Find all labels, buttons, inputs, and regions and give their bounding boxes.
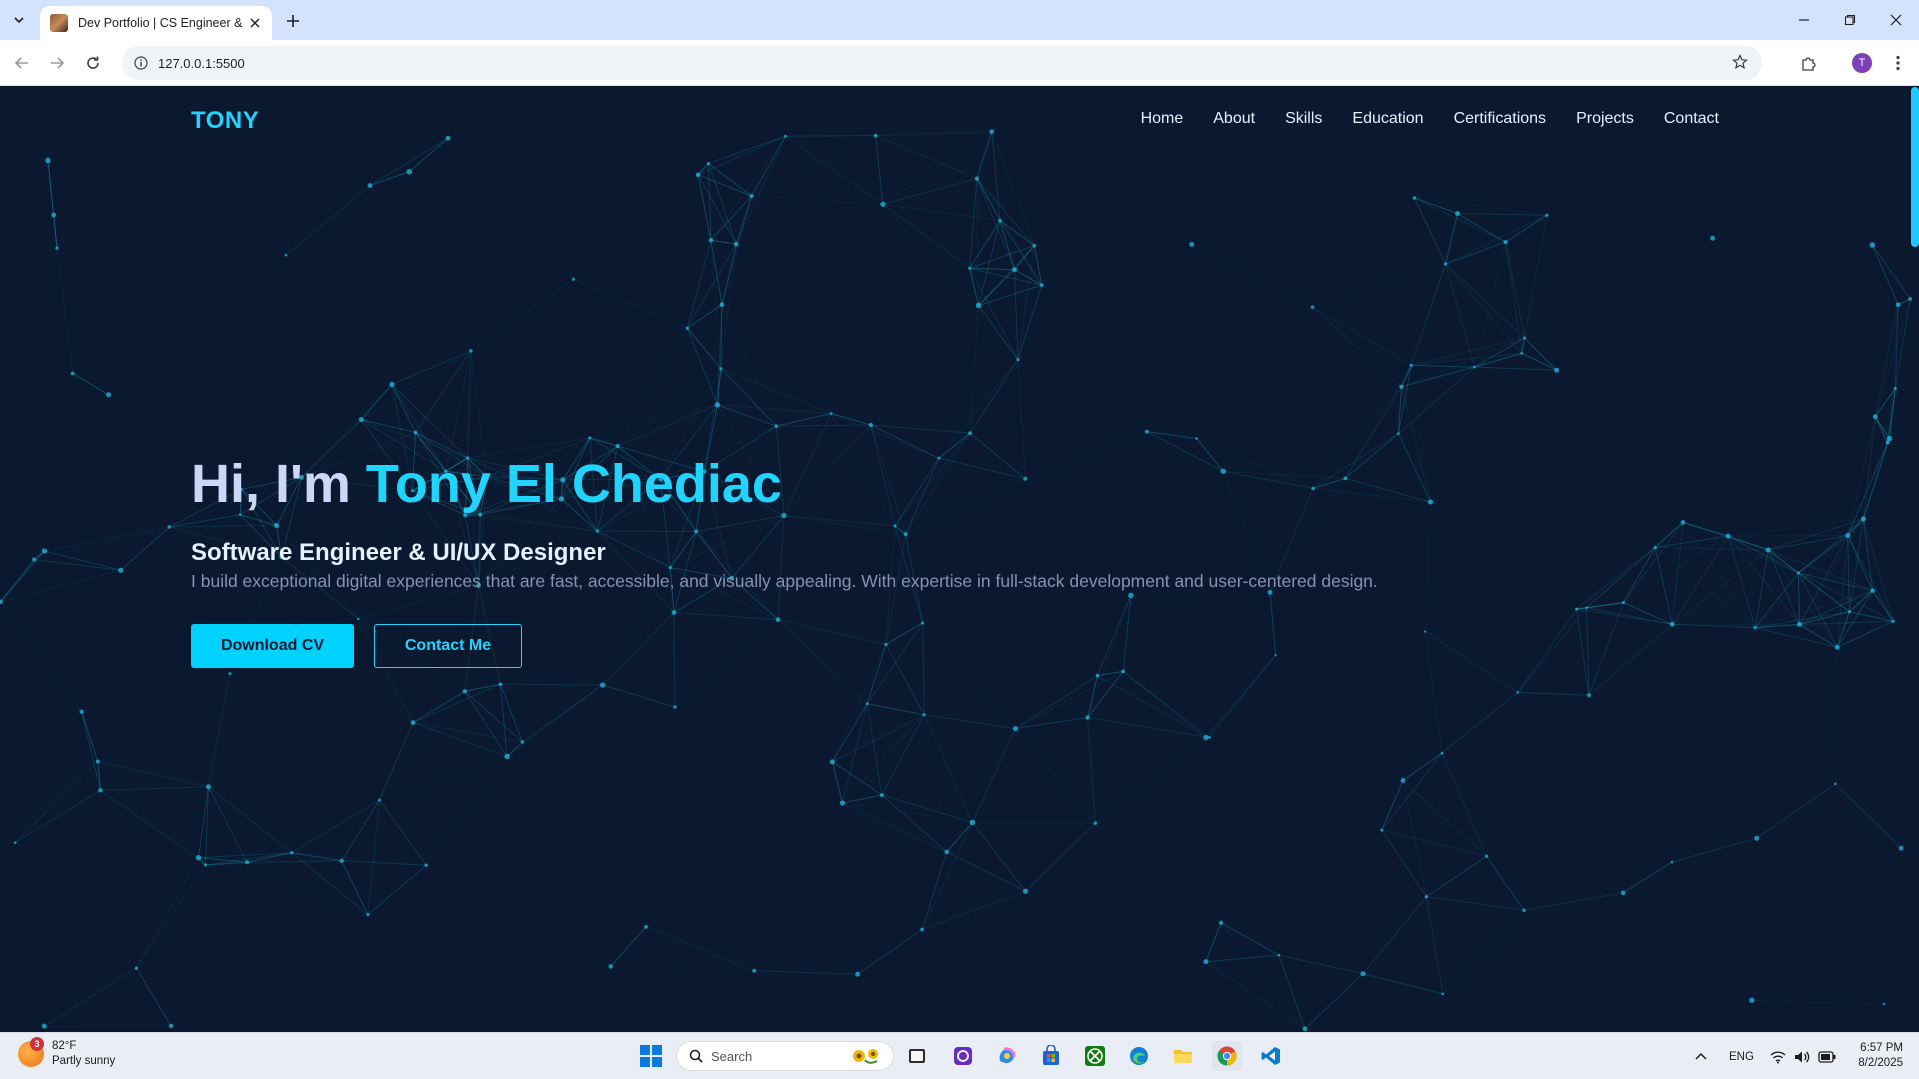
- back-button[interactable]: [8, 49, 36, 77]
- weather-widget[interactable]: 3 82°F Partly sunny: [18, 1037, 116, 1069]
- taskbar-app-copilot[interactable]: [992, 1041, 1022, 1071]
- taskbar-app-edge[interactable]: [1124, 1041, 1154, 1071]
- minimize-icon: [1799, 19, 1809, 21]
- search-icon: [689, 1049, 703, 1063]
- restore-button[interactable]: [1827, 0, 1873, 40]
- folder-icon: [1174, 1050, 1192, 1063]
- nav-skills[interactable]: Skills: [1285, 110, 1322, 128]
- page-scrollbar[interactable]: [1911, 87, 1919, 247]
- close-icon: [250, 18, 260, 28]
- reload-button[interactable]: [79, 49, 107, 77]
- profile-button[interactable]: T: [1848, 49, 1876, 77]
- star-icon: [1732, 54, 1748, 70]
- task-view-button[interactable]: [902, 1041, 932, 1071]
- taskbar-search[interactable]: Search: [676, 1041, 894, 1071]
- taskbar-app-chrome[interactable]: [1212, 1041, 1242, 1071]
- nav-certifications[interactable]: Certifications: [1454, 110, 1546, 128]
- store-icon: [1043, 1045, 1059, 1065]
- wifi-icon[interactable]: [1770, 1050, 1786, 1064]
- volume-icon[interactable]: [1794, 1050, 1810, 1064]
- taskbar-clock[interactable]: 6:57 PM 8/2/2025: [1858, 1041, 1903, 1071]
- chevron-down-icon: [14, 17, 24, 24]
- nav-home[interactable]: Home: [1141, 110, 1184, 128]
- windows-taskbar: 3 82°F Partly sunny Search ENG 6:57 PM 8…: [0, 1032, 1919, 1079]
- browser-toolbar: 127.0.0.1:5500 T: [0, 40, 1919, 86]
- hero-greeting: Hi, I'm: [191, 454, 366, 514]
- vscode-icon: [1261, 1047, 1280, 1065]
- taskbar-app-file-explorer[interactable]: [948, 1041, 978, 1071]
- sunflower-icon: [853, 1049, 878, 1064]
- download-cv-button[interactable]: Download CV: [191, 624, 354, 668]
- more-vertical-icon: [1896, 55, 1900, 71]
- copilot-icon: [999, 1047, 1016, 1064]
- restore-icon: [1844, 14, 1856, 26]
- edge-icon: [1130, 1047, 1148, 1065]
- language-indicator[interactable]: ENG: [1729, 1051, 1754, 1063]
- arrow-left-icon: [14, 57, 28, 69]
- forward-button[interactable]: [43, 49, 71, 77]
- arrow-right-icon: [51, 57, 65, 69]
- windows-logo-icon: [640, 1045, 662, 1067]
- nav-contact[interactable]: Contact: [1664, 110, 1719, 128]
- xbox-icon: [1085, 1046, 1105, 1066]
- tab-search-button[interactable]: [6, 8, 32, 32]
- notification-badge: 3: [30, 1037, 44, 1051]
- chrome-icon: [1217, 1046, 1237, 1066]
- browser-tab-bar: Dev Portfolio | CS Engineer & U: [0, 0, 1919, 40]
- taskbar-app-vscode[interactable]: [1256, 1041, 1286, 1071]
- plus-icon: [287, 15, 299, 27]
- reload-icon: [87, 56, 99, 69]
- new-tab-button[interactable]: [280, 8, 306, 34]
- taskbar-app-xbox[interactable]: [1080, 1041, 1110, 1071]
- tab-title: Dev Portfolio | CS Engineer & U: [78, 16, 246, 30]
- close-window-button[interactable]: [1873, 0, 1919, 40]
- task-view-icon: [909, 1049, 925, 1063]
- hero-subtitle: Software Engineer & UI/UX Designer: [191, 539, 606, 566]
- chevron-up-icon[interactable]: [1694, 1050, 1708, 1064]
- start-button[interactable]: [636, 1041, 666, 1071]
- favicon-icon: [50, 14, 68, 32]
- system-tray: ENG: [1694, 1033, 1836, 1079]
- nav-about[interactable]: About: [1213, 110, 1255, 128]
- weather-temperature: 82°F: [52, 1040, 77, 1052]
- tab-close-button[interactable]: [246, 14, 264, 32]
- browser-tab-active[interactable]: Dev Portfolio | CS Engineer & U: [40, 6, 272, 40]
- minimize-button[interactable]: [1781, 0, 1827, 40]
- close-icon: [1890, 14, 1902, 26]
- extensions-button[interactable]: [1795, 49, 1823, 77]
- main-navigation: Home About Skills Education Certificatio…: [1111, 110, 1719, 128]
- file-explorer-icon: [954, 1047, 972, 1065]
- contact-me-button[interactable]: Contact Me: [374, 624, 522, 668]
- weather-condition: Partly sunny: [52, 1055, 116, 1067]
- browser-menu-button[interactable]: [1884, 49, 1912, 77]
- taskbar-app-store[interactable]: [1036, 1041, 1066, 1071]
- weather-sun-icon: 3: [18, 1037, 44, 1067]
- portfolio-page: TONY Home About Skills Education Certifi…: [0, 87, 1919, 1032]
- taskbar-app-folder[interactable]: [1168, 1041, 1198, 1071]
- address-bar[interactable]: 127.0.0.1:5500: [122, 46, 1762, 80]
- site-logo[interactable]: TONY: [191, 107, 259, 135]
- clock-time: 6:57 PM: [1860, 1042, 1903, 1054]
- nav-education[interactable]: Education: [1352, 110, 1423, 128]
- avatar: T: [1852, 53, 1872, 73]
- hero-description: I build exceptional digital experiences …: [191, 571, 1378, 591]
- hero-title: Hi, I'm Tony El Chediac: [191, 453, 782, 515]
- site-info-icon[interactable]: [134, 56, 148, 70]
- bookmark-button[interactable]: [1732, 54, 1748, 75]
- clock-date: 8/2/2025: [1858, 1057, 1903, 1069]
- nav-projects[interactable]: Projects: [1576, 110, 1634, 128]
- battery-icon[interactable]: [1818, 1050, 1836, 1063]
- url-text[interactable]: 127.0.0.1:5500: [158, 56, 245, 71]
- search-placeholder: Search: [711, 1048, 753, 1064]
- puzzle-icon: [1802, 57, 1816, 71]
- hero-name: Tony El Chediac: [365, 454, 782, 514]
